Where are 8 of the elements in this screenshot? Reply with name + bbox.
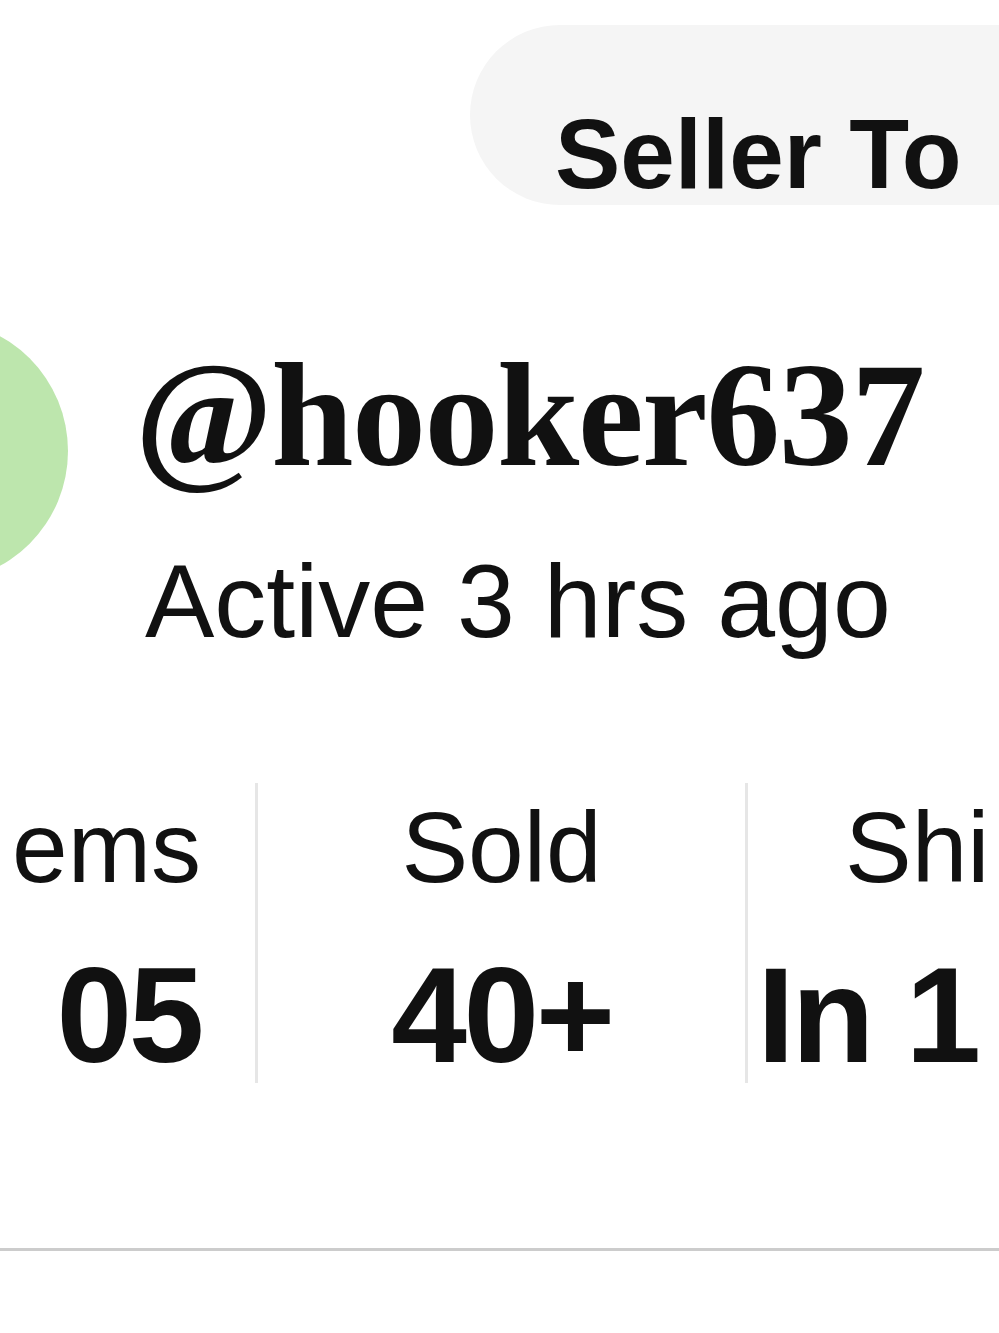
seller-button[interactable]: Seller To bbox=[470, 25, 999, 205]
activity-status: Active 3 hrs ago bbox=[145, 542, 891, 661]
stat-value: In 1 bbox=[757, 946, 978, 1083]
stat-value: 05 bbox=[56, 946, 201, 1083]
stat-value: 40+ bbox=[391, 946, 612, 1083]
stat-label: Shi bbox=[845, 796, 990, 897]
stat-label: ems bbox=[12, 796, 201, 897]
stat-label: Sold bbox=[401, 796, 602, 897]
